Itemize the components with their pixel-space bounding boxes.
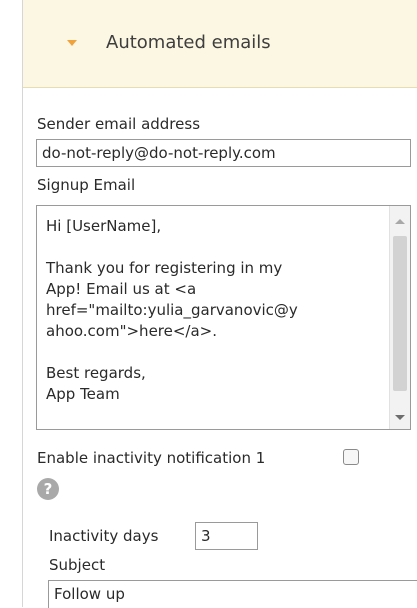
inactivity-days-input[interactable]: 3: [195, 522, 258, 550]
sender-email-input[interactable]: do-not-reply@do-not-reply.com: [36, 139, 411, 167]
automated-emails-panel: Automated emails Sender email address do…: [22, 0, 417, 608]
signup-email-text[interactable]: Hi [UserName], Thank you for registering…: [46, 216, 386, 405]
panel-title: Automated emails: [106, 32, 271, 53]
scroll-thumb[interactable]: [393, 236, 407, 391]
signup-email-scrollbar[interactable]: [389, 206, 410, 429]
automated-emails-header[interactable]: Automated emails: [23, 0, 417, 88]
sender-email-label: Sender email address: [37, 115, 201, 133]
enable-inactivity-label: Enable inactivity notification 1: [37, 449, 266, 467]
subject-label: Subject: [49, 556, 106, 574]
help-icon[interactable]: ?: [37, 478, 59, 500]
scroll-up-arrow-icon[interactable]: [395, 219, 405, 224]
collapse-caret-icon[interactable]: [67, 40, 77, 46]
enable-inactivity-checkbox[interactable]: [343, 449, 359, 465]
signup-email-label: Signup Email: [37, 176, 136, 194]
inactivity-days-label: Inactivity days: [49, 527, 159, 545]
scroll-down-arrow-icon[interactable]: [395, 415, 405, 420]
signup-email-body[interactable]: Hi [UserName], Thank you for registering…: [36, 205, 411, 430]
subject-input[interactable]: Follow up: [48, 580, 417, 608]
